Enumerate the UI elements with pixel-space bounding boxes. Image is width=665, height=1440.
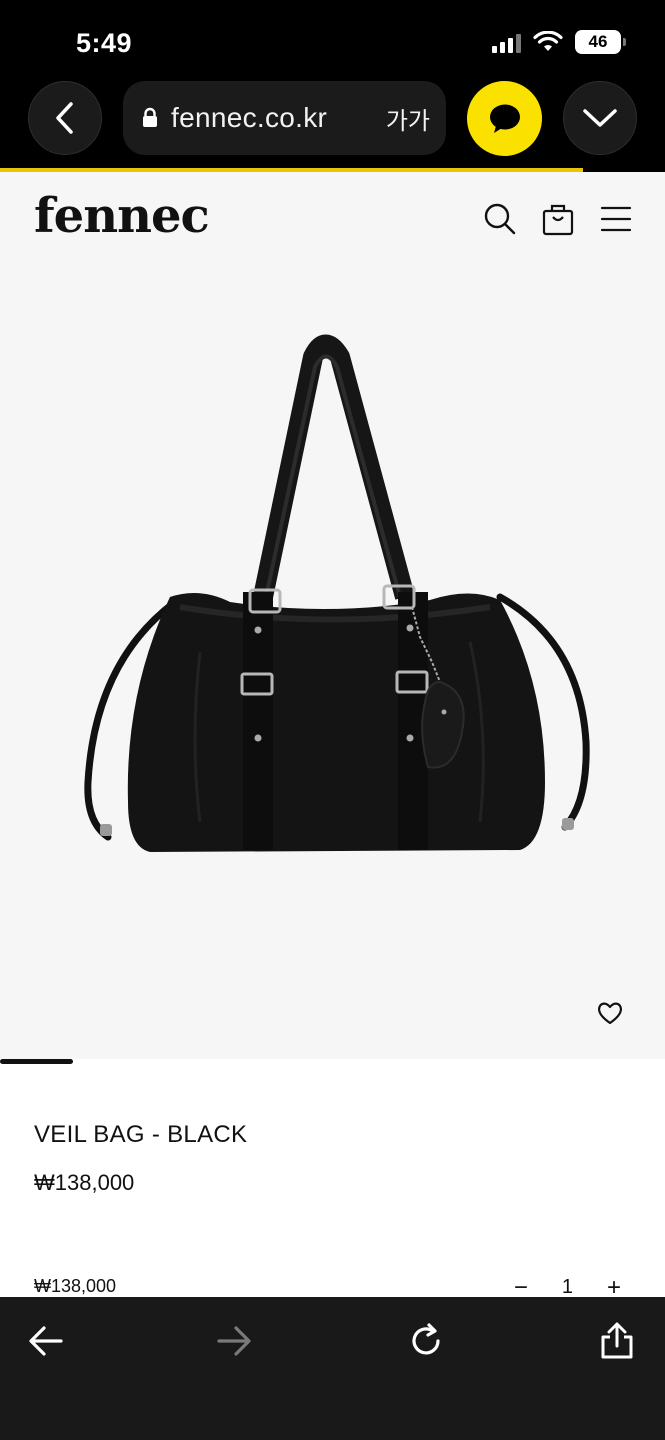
product-photo-bag bbox=[84, 334, 590, 852]
chevron-down-icon bbox=[583, 109, 617, 127]
wishlist-heart-button[interactable] bbox=[594, 997, 626, 1029]
share-icon[interactable] bbox=[595, 1319, 639, 1363]
browser-back-button[interactable] bbox=[28, 81, 102, 155]
lock-icon bbox=[141, 107, 159, 129]
quantity-stepper: − 1 + bbox=[514, 1275, 621, 1299]
decrease-quantity-button[interactable]: − bbox=[514, 1275, 528, 1299]
battery-level: 46 bbox=[588, 32, 608, 51]
kakao-chat-button[interactable] bbox=[467, 81, 542, 156]
battery-icon: 46 bbox=[575, 30, 626, 54]
status-time: 5:49 bbox=[76, 28, 133, 58]
address-bar[interactable]: fennec.co.kr 가가 bbox=[123, 81, 446, 155]
chevron-left-icon bbox=[56, 102, 73, 134]
header-actions bbox=[483, 202, 633, 236]
tabs-dropdown-button[interactable] bbox=[563, 81, 637, 155]
status-indicators: 46 bbox=[492, 30, 626, 54]
menu-icon[interactable] bbox=[599, 202, 633, 236]
increase-quantity-button[interactable]: + bbox=[607, 1275, 621, 1299]
quantity-value: 1 bbox=[561, 1276, 573, 1298]
product-name: VEIL BAG - BLACK bbox=[34, 1121, 248, 1148]
site-header: fennec bbox=[0, 172, 665, 262]
speech-bubble-icon bbox=[489, 104, 520, 133]
product-image[interactable] bbox=[0, 262, 665, 1059]
back-arrow-icon[interactable] bbox=[24, 1319, 68, 1363]
product-price: ₩138,000 bbox=[34, 1170, 135, 1195]
gallery-position-indicator bbox=[0, 1059, 74, 1064]
text-size-button[interactable]: 가가 bbox=[386, 101, 430, 136]
site-logo[interactable]: fennec bbox=[34, 188, 210, 244]
reload-icon[interactable] bbox=[404, 1319, 448, 1363]
shopping-bag-icon[interactable] bbox=[541, 202, 575, 236]
search-icon[interactable] bbox=[483, 202, 517, 236]
url-text: fennec.co.kr bbox=[171, 102, 328, 133]
cellular-signal-icon bbox=[492, 31, 521, 53]
order-subtotal: ₩138,000 bbox=[34, 1276, 117, 1296]
browser-chrome: 5:49 46 fennec.co.kr 가가 bbox=[0, 0, 665, 172]
heart-icon bbox=[598, 1002, 622, 1025]
wifi-icon bbox=[533, 31, 563, 51]
forward-arrow-icon[interactable] bbox=[212, 1319, 256, 1363]
browser-toolbar bbox=[0, 1297, 665, 1440]
